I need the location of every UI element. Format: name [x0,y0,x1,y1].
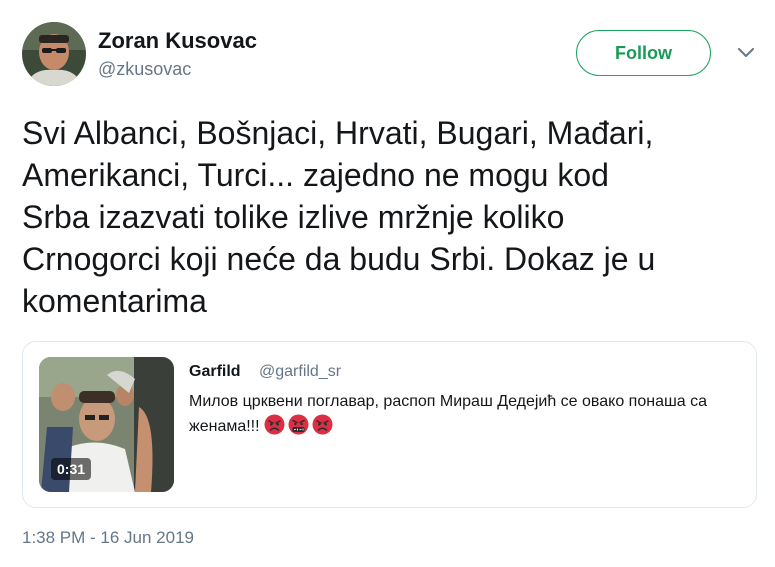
quoted-tweet-card[interactable]: 0:31 Garfild @garfild_sr Милов црквени п… [22,341,757,508]
face-with-symbols-icon [288,414,309,435]
follow-button[interactable]: Follow [576,30,711,76]
quoted-author-handle: @garfild_sr [259,363,342,380]
quoted-tweet-text: Милов црквени поглавар, распоп Мираш Дед… [189,389,729,439]
angry-face-icon [312,414,333,435]
angry-face-icon [264,414,285,435]
quoted-author-name: Garfild [189,363,241,380]
author-name[interactable]: Zoran Kusovac [98,28,257,54]
quoted-video-thumbnail[interactable]: 0:31 [39,357,174,492]
tweet-text: Svi Albanci, Bošnjaci, Hrvati, Bugari, M… [22,115,656,319]
chevron-down-icon[interactable] [736,46,756,60]
author-avatar[interactable] [22,22,86,86]
tweet-timestamp[interactable]: 1:38 PM - 16 Jun 2019 [22,527,194,549]
video-duration: 0:31 [51,458,92,480]
author-handle[interactable]: @zkusovac [98,58,191,80]
